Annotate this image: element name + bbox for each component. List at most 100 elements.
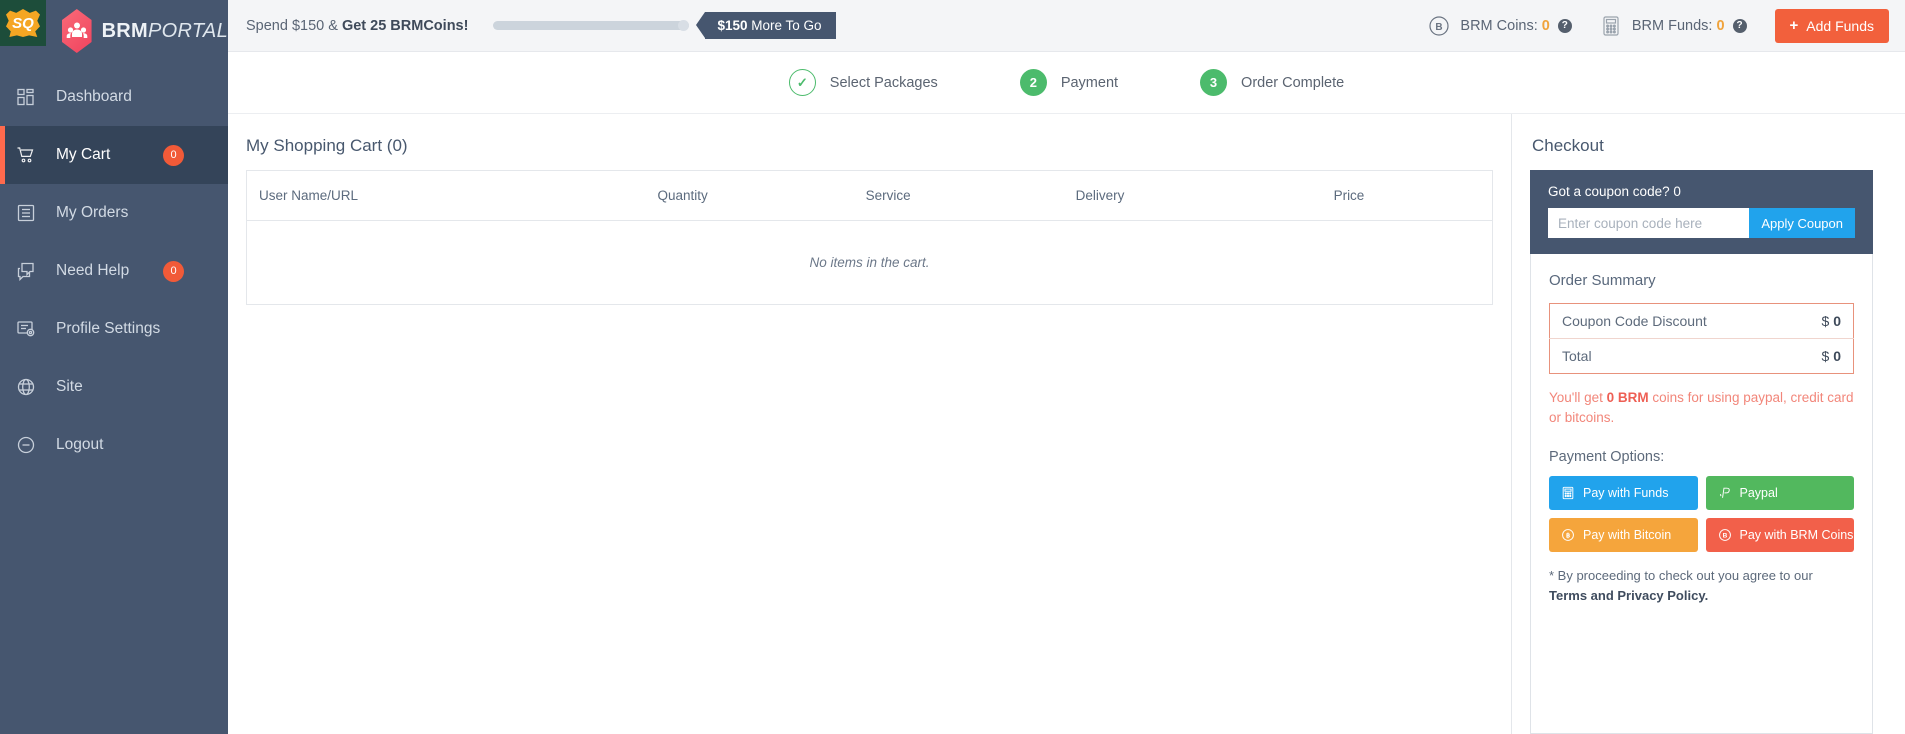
- sidebar-item-label: Need Help: [56, 262, 130, 279]
- brm-note-prefix: You'll get: [1549, 390, 1607, 405]
- checkout-stepper: ✓ Select Packages 2 Payment 3 Order Comp…: [228, 52, 1905, 114]
- coupon-box: Got a coupon code? 0 Apply Coupon: [1530, 170, 1873, 254]
- pay-button-label: Pay with BRM Coins: [1739, 528, 1854, 543]
- progress-knob: [678, 20, 690, 31]
- sidebar-item-need-help[interactable]: Need Help 0: [0, 242, 228, 300]
- summary-currency: $: [1821, 313, 1830, 329]
- question-mark-icon[interactable]: ?: [1732, 18, 1747, 33]
- brand-title-italic: PORTAL: [148, 19, 228, 42]
- cart-table-head: User Name/URL Quantity Service Delivery …: [246, 170, 1493, 221]
- apply-coupon-button[interactable]: Apply Coupon: [1749, 208, 1855, 238]
- pay-with-bitcoin-button[interactable]: ฿ Pay with Bitcoin: [1549, 518, 1698, 553]
- main-area: Spend $150 & Get 25 BRMCoins! $150 More …: [228, 0, 1905, 734]
- more-to-go-text: More To Go: [747, 18, 822, 33]
- spend-progress-bar: [493, 20, 690, 31]
- summary-currency: $: [1821, 348, 1830, 364]
- pay-button-label: Pay with Funds: [1583, 486, 1669, 501]
- step-label: Select Packages: [829, 74, 938, 91]
- cart-section: My Shopping Cart (0) User Name/URL Quant…: [246, 114, 1511, 734]
- promo-bold: Get 25 BRMCoins!: [341, 17, 469, 34]
- cart-table: User Name/URL Quantity Service Delivery …: [246, 170, 1493, 305]
- sidebar-item-label: Site: [56, 378, 83, 395]
- brm-note-bold: 0 BRM: [1606, 390, 1649, 405]
- summary-row-label: Total: [1549, 338, 1791, 374]
- sidebar-item-my-cart[interactable]: My Cart 0: [0, 126, 228, 184]
- coupon-label: Got a coupon code? 0: [1548, 184, 1681, 199]
- column-header-user-name-url: User Name/URL: [246, 170, 583, 221]
- question-mark-icon[interactable]: ?: [1557, 18, 1572, 33]
- sq-badge-label: SQ: [6, 9, 40, 37]
- brand-header[interactable]: SQ BRMPORTAL: [0, 0, 228, 62]
- calculator-icon: [1561, 486, 1575, 500]
- add-funds-label: Add Funds: [1806, 17, 1874, 34]
- coupon-row: Apply Coupon: [1548, 208, 1855, 238]
- column-header-quantity: Quantity: [582, 170, 783, 221]
- globe-icon: [16, 375, 44, 399]
- step-select-packages[interactable]: ✓ Select Packages: [788, 69, 938, 96]
- sidebar-item-label: Dashboard: [56, 88, 132, 105]
- step-payment[interactable]: 2 Payment: [1019, 69, 1119, 96]
- sidebar-item-my-orders[interactable]: My Orders: [0, 184, 228, 242]
- column-header-delivery: Delivery: [994, 170, 1206, 221]
- profile-gear-icon: [16, 317, 44, 341]
- bitcoin-icon: ฿: [1561, 528, 1575, 542]
- coupon-input[interactable]: [1548, 208, 1750, 238]
- summary-amount: 0: [1833, 313, 1841, 329]
- svg-text:B: B: [1722, 533, 1727, 540]
- checkout-heading: Checkout: [1532, 136, 1604, 155]
- sidebar-item-dashboard[interactable]: Dashboard: [0, 68, 228, 126]
- terms-link[interactable]: Terms and Privacy Policy.: [1549, 588, 1708, 603]
- add-funds-button[interactable]: + Add Funds: [1774, 8, 1889, 43]
- table-row: No items in the cart.: [247, 221, 1493, 305]
- dashboard-grid-icon: [16, 85, 44, 109]
- summary-amount: 0: [1833, 348, 1841, 364]
- brm-coin-icon: B: [1718, 528, 1732, 542]
- pay-button-label: Pay with Bitcoin: [1583, 528, 1672, 543]
- pay-with-funds-button[interactable]: Pay with Funds: [1549, 476, 1698, 511]
- brm-funds-value: 0: [1716, 17, 1725, 34]
- paypal-icon: [1718, 486, 1732, 500]
- checkout-panel: Checkout Got a coupon code? 0 Apply Coup…: [1511, 114, 1889, 734]
- promo-prefix: Spend $150 &: [246, 17, 342, 34]
- step-label: Order Complete: [1241, 74, 1345, 91]
- sq-badge: SQ: [0, 0, 46, 46]
- plus-icon: +: [1789, 17, 1799, 34]
- sidebar-item-site[interactable]: Site: [0, 358, 228, 416]
- order-summary-table: Coupon Code Discount $ 0 Total $ 0: [1549, 303, 1854, 374]
- brand-title: BRMPORTAL: [102, 20, 228, 43]
- calculator-icon: [1600, 15, 1622, 37]
- empty-cart-message: No items in the cart.: [809, 255, 930, 270]
- step-order-complete[interactable]: 3 Order Complete: [1200, 69, 1344, 96]
- payment-options-grid: Pay with Funds Paypal ฿ Pay with Bitcoin…: [1549, 476, 1854, 553]
- order-summary-card: Order Summary Coupon Code Discount $ 0 T…: [1530, 254, 1873, 734]
- step-check-icon: ✓: [788, 69, 816, 96]
- pay-button-label: Paypal: [1739, 486, 1778, 501]
- app-root: SQ BRMPORTAL Dashboard My Cart 0 My Orde…: [0, 0, 1905, 734]
- promo-message: Spend $150 & Get 25 BRMCoins!: [246, 18, 468, 34]
- step-label: Payment: [1060, 74, 1119, 91]
- table-header-row: User Name/URL Quantity Service Delivery …: [246, 170, 1493, 221]
- sidebar-item-profile-settings[interactable]: Profile Settings: [0, 300, 228, 358]
- list-document-icon: [16, 201, 44, 225]
- summary-row-label: Coupon Code Discount: [1562, 313, 1707, 329]
- brm-coins-note: You'll get 0 BRM coins for using paypal,…: [1549, 388, 1854, 427]
- brand-title-bold: BRM: [101, 19, 149, 42]
- table-row: Total $ 0: [1549, 338, 1854, 374]
- brm-funds-label: BRM Funds:: [1631, 17, 1713, 34]
- shopping-cart-icon: [16, 143, 44, 167]
- sidebar-item-label: Logout: [56, 436, 104, 453]
- pay-with-brm-coins-button[interactable]: B Pay with BRM Coins: [1705, 518, 1854, 553]
- people-hexagon-icon: [62, 9, 92, 53]
- summary-row-value: $ 0: [1790, 338, 1854, 374]
- sidebar-item-logout[interactable]: Logout: [0, 416, 228, 474]
- column-header-price: Price: [1205, 170, 1493, 221]
- step-number-badge: 2: [1019, 69, 1047, 96]
- brm-coins-label: BRM Coins:: [1460, 17, 1538, 34]
- brm-coins-display[interactable]: B BRM Coins: 0 ?: [1428, 15, 1572, 37]
- brm-funds-display[interactable]: BRM Funds: 0 ?: [1600, 15, 1747, 37]
- paypal-button[interactable]: Paypal: [1705, 476, 1854, 511]
- bitcoin-b-circle-icon: B: [1428, 15, 1450, 37]
- topbar: Spend $150 & Get 25 BRMCoins! $150 More …: [228, 0, 1905, 52]
- terms-notice: * By proceeding to check out you agree t…: [1549, 566, 1854, 605]
- cart-count-badge: 0: [163, 144, 184, 166]
